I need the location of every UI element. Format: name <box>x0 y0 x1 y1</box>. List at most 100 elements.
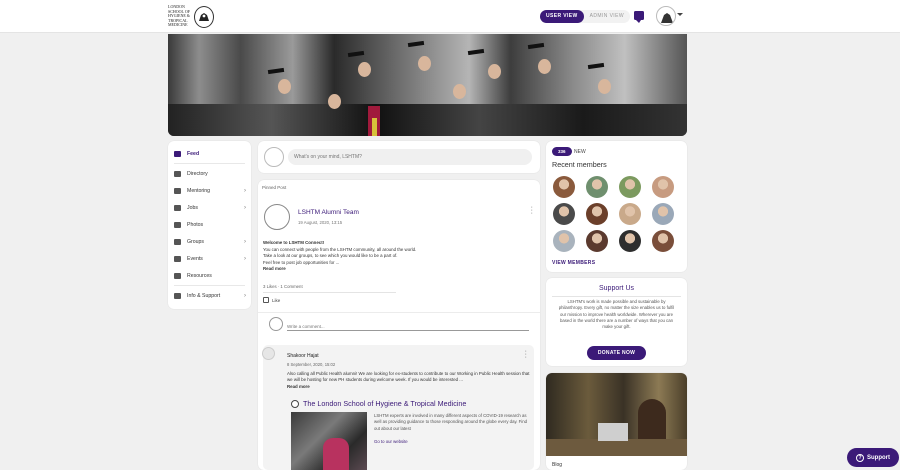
donate-button[interactable]: DONATE NOW <box>587 346 646 360</box>
help-icon: ? <box>856 453 864 462</box>
post-author[interactable]: LSHTM Alumni Team <box>298 209 359 216</box>
chevron-right-icon: › <box>244 187 246 194</box>
member-avatar[interactable] <box>652 230 674 252</box>
more-options-icon[interactable]: · · · <box>525 348 527 361</box>
mortarboard-shape <box>267 67 285 75</box>
crest-icon <box>291 399 299 408</box>
view-members-link[interactable]: VIEW MEMBERS <box>552 260 595 266</box>
mentoring-icon <box>174 187 181 194</box>
sidebar-item-events[interactable]: Events › <box>168 250 251 267</box>
groups-icon <box>174 238 181 245</box>
recent-members-card: 336 NEW Recent members VIEW MEMBERS <box>546 141 687 272</box>
resources-icon <box>174 272 181 279</box>
sidebar-item-photos[interactable]: Photos <box>168 216 251 233</box>
school-logo[interactable]: London School of Hygiene & Tropical Medi… <box>168 5 216 28</box>
member-avatar[interactable] <box>586 230 608 252</box>
member-avatar[interactable] <box>652 203 674 225</box>
more-options-icon[interactable]: · · · <box>531 204 533 217</box>
blog-card[interactable]: Blog <box>546 373 687 470</box>
comment-body: Also calling all Public Health alumni! W… <box>287 371 530 383</box>
feed-icon <box>174 150 181 157</box>
support-us-card: Support Us LSHTM's work is made possible… <box>546 278 687 366</box>
post-line: Feel free to post job opportunities for … <box>263 259 340 265</box>
sidebar-item-info-support[interactable]: Info & Support › <box>168 287 251 304</box>
post-input[interactable] <box>288 149 532 165</box>
chevron-right-icon: › <box>244 238 246 245</box>
sidebar-item-resources[interactable]: Resources <box>168 267 251 284</box>
crest-icon <box>194 5 214 28</box>
sidebar-item-directory[interactable]: Directory <box>168 165 251 182</box>
sidebar-item-feed[interactable]: Feed <box>168 145 251 162</box>
member-avatar[interactable] <box>619 230 641 252</box>
support-button[interactable]: ? Support <box>847 448 899 467</box>
member-avatar[interactable] <box>619 203 641 225</box>
photo-icon <box>174 221 181 228</box>
sidebar-item-jobs[interactable]: Jobs › <box>168 199 251 216</box>
chevron-down-icon[interactable] <box>677 13 683 16</box>
member-avatar[interactable] <box>586 203 608 225</box>
divider <box>174 285 245 286</box>
graduate-face <box>598 79 611 94</box>
post-heading: Welcome to LSHTM Connect! <box>263 240 325 245</box>
chevron-right-icon: › <box>244 255 246 262</box>
desk-shape <box>546 439 687 456</box>
blog-image[interactable] <box>546 373 687 456</box>
commenter-avatar <box>269 317 283 331</box>
mortarboard-shape <box>587 62 605 70</box>
divider <box>174 163 245 164</box>
member-avatar[interactable] <box>553 203 575 225</box>
pinned-post: Pinned Post LSHTM Alumni Team 19 August,… <box>258 180 540 470</box>
comment-author-avatar[interactable] <box>262 347 275 360</box>
divider <box>552 296 681 297</box>
comment-card: Shakoor Hajat 8 September, 2020, 15:02 ·… <box>262 345 534 470</box>
info-icon <box>174 292 181 299</box>
like-button[interactable]: Like <box>263 297 280 303</box>
member-avatar[interactable] <box>619 176 641 198</box>
thumbs-up-icon <box>263 297 269 303</box>
member-avatar[interactable] <box>553 230 575 252</box>
sidebar-item-label: Jobs <box>187 204 198 211</box>
member-avatar[interactable] <box>553 176 575 198</box>
chevron-right-icon: › <box>244 204 246 211</box>
comment-text: Also calling all Public Health alumni! W… <box>287 371 532 390</box>
support-text: LSHTM's work is made possible and sustai… <box>558 299 675 330</box>
user-avatar <box>264 147 284 167</box>
messages-icon[interactable] <box>634 11 644 23</box>
website-link[interactable]: Go to our website <box>374 439 408 444</box>
sidebar-nav: Feed Directory Mentoring › Jobs › Photos… <box>168 141 251 309</box>
member-avatar[interactable] <box>652 176 674 198</box>
link-preview-image[interactable] <box>291 412 367 470</box>
link-preview-title[interactable]: The London School of Hygiene & Tropical … <box>291 399 466 408</box>
logo-text: London School of Hygiene & Tropical Medi… <box>168 4 190 28</box>
user-view-button[interactable]: USER VIEW <box>540 10 584 23</box>
hero-banner-image <box>168 34 687 136</box>
admin-view-button[interactable]: ADMIN VIEW <box>584 10 630 23</box>
user-avatar[interactable] <box>656 6 676 26</box>
sidebar-item-mentoring[interactable]: Mentoring › <box>168 182 251 199</box>
chevron-right-icon: › <box>244 292 246 299</box>
comment-author[interactable]: Shakoor Hajat <box>287 353 319 359</box>
divider <box>263 292 396 293</box>
person-shape <box>323 438 349 470</box>
author-avatar[interactable] <box>264 204 290 230</box>
member-avatar[interactable] <box>586 176 608 198</box>
comment-date: 8 September, 2020, 15:02 <box>287 362 336 367</box>
post-line: You can connect with people from the LSH… <box>263 246 417 252</box>
like-label: Like <box>272 297 281 303</box>
person-shape <box>638 399 666 439</box>
pinned-label: Pinned Post <box>262 185 287 190</box>
link-preview-description: LSHTM experts are involved in many diffe… <box>374 413 528 431</box>
post-composer <box>258 141 540 173</box>
comment-input[interactable] <box>287 323 529 331</box>
sidebar-item-groups[interactable]: Groups › <box>168 233 251 250</box>
read-more-link[interactable]: Read more <box>263 266 286 271</box>
post-stats[interactable]: 3 Likes · 1 Comment <box>263 284 303 289</box>
members-grid <box>553 176 683 252</box>
read-more-link[interactable]: Read more <box>287 384 310 389</box>
graduate-face <box>453 84 466 99</box>
top-bar: London School of Hygiene & Tropical Medi… <box>0 0 900 33</box>
sidebar-item-label: Resources <box>187 272 212 279</box>
members-title: Recent members <box>552 160 607 169</box>
graduates-gowns <box>168 104 687 136</box>
directory-icon <box>174 170 181 177</box>
